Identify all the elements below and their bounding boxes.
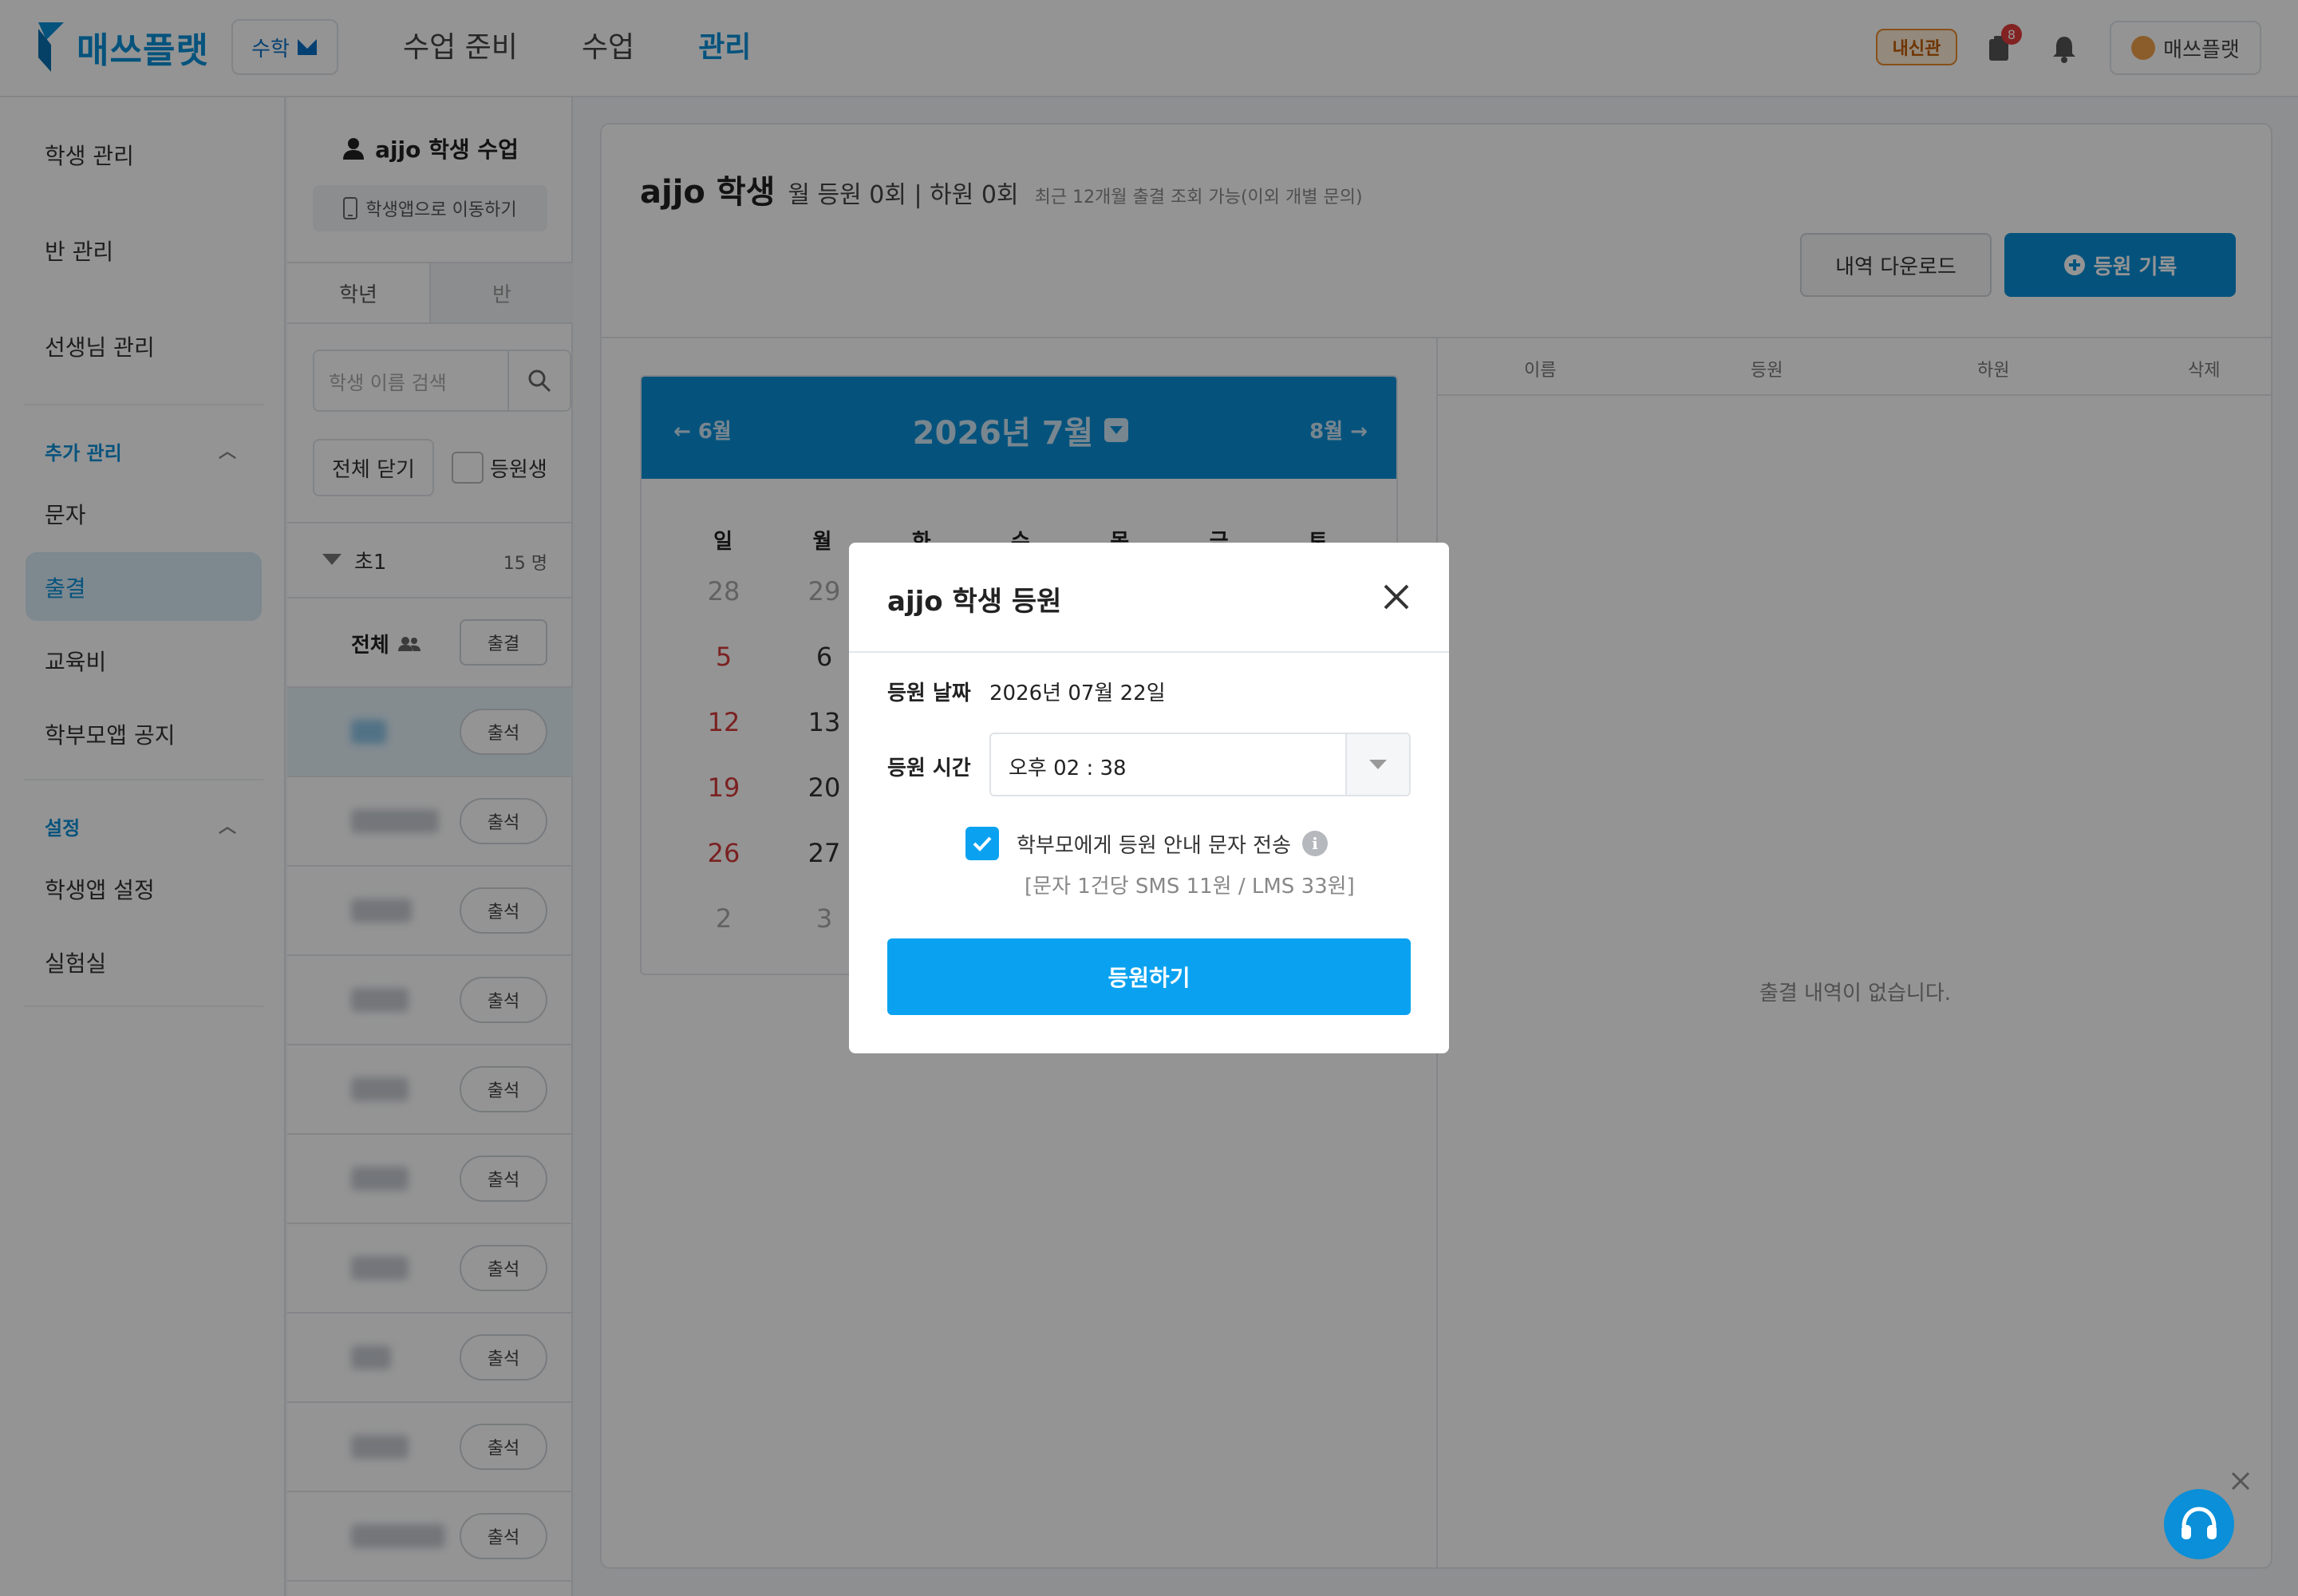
checkin-submit-button[interactable]: 등원하기 (887, 938, 1411, 1015)
help-dismiss-button[interactable] (2228, 1468, 2253, 1494)
sms-notify-checkbox[interactable]: 학부모에게 등원 안내 문자 전송 i (965, 827, 1329, 860)
modal-close-button[interactable] (1379, 579, 1414, 614)
checkbox-checked (965, 827, 999, 860)
sms-price-note: [문자 1건당 SMS 11원 / LMS 33원] (1025, 875, 1355, 899)
checkin-time-value: 오후 02 : 38 (1009, 757, 1127, 780)
checkin-time-label: 등원 시간 (887, 757, 971, 780)
help-chat-button[interactable] (2164, 1489, 2234, 1559)
time-dropdown-toggle[interactable] (1345, 734, 1409, 795)
check-icon (973, 836, 992, 851)
close-icon (2231, 1472, 2250, 1491)
close-icon (1384, 584, 1409, 610)
checkin-modal: ajjo 학생 등원 등원 날짜 2026년 07월 22일 등원 시간 오후 … (849, 543, 1449, 1053)
sms-notify-label-wrap: 학부모에게 등원 안내 문자 전송 i (1017, 829, 1329, 859)
info-icon[interactable]: i (1302, 831, 1329, 856)
checkin-time-select[interactable]: 오후 02 : 38 (989, 733, 1411, 796)
checkin-date-label: 등원 날짜 (887, 681, 971, 705)
checkin-date-value: 2026년 07월 22일 (989, 681, 1166, 705)
sms-notify-label: 학부모에게 등원 안내 문자 전송 (1017, 833, 1292, 858)
headset-icon (2182, 1507, 2217, 1539)
modal-divider (849, 651, 1449, 653)
modal-title: ajjo 학생 등원 (887, 586, 1062, 618)
